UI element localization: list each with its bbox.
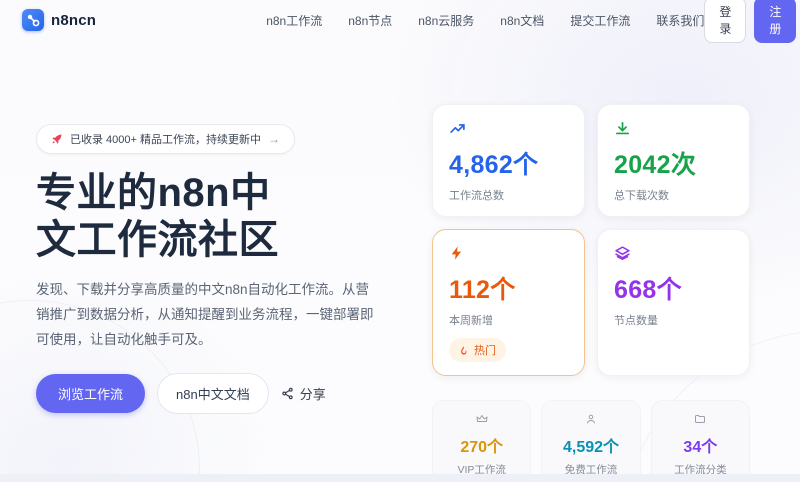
folder-icon (660, 412, 741, 426)
stats-section: 4,862个 工作流总数 2042次 总下载次数 112个 本周新增 (432, 104, 750, 482)
stat-card-total-downloads[interactable]: 2042次 总下载次数 (597, 104, 750, 217)
hero-actions: 浏览工作流 n8n中文文档 分享 (36, 373, 374, 414)
share-label: 分享 (300, 384, 326, 403)
nav-item-cloud[interactable]: n8n云服务 (418, 12, 474, 29)
flame-icon (459, 345, 469, 356)
hot-badge: 热门 (449, 338, 506, 362)
mini-stats-row: 270个 VIP工作流 4,592个 免费工作流 34个 工作流分类 (432, 400, 750, 482)
users-icon (550, 412, 631, 426)
login-button[interactable]: 登录 (704, 0, 746, 43)
brand-logo[interactable]: n8ncn (22, 9, 96, 31)
stat-value: 2042次 (614, 145, 733, 181)
stat-label: 总下载次数 (614, 187, 733, 203)
docs-button[interactable]: n8n中文文档 (157, 373, 269, 414)
page-title: 专业的n8n中文工作流社区 (36, 170, 374, 264)
nav-item-nodes[interactable]: n8n节点 (348, 12, 392, 29)
workflow-nodes-icon (22, 9, 44, 31)
download-icon (614, 119, 733, 137)
stat-value: 668个 (614, 270, 733, 306)
announcement-badge[interactable]: 已收录 4000+ 精品工作流，持续更新中 → (36, 124, 295, 154)
header: n8ncn n8n工作流 n8n节点 n8n云服务 n8n文档 提交工作流 联系… (0, 0, 800, 40)
zap-icon (449, 244, 568, 262)
stat-value: 112个 (449, 270, 568, 306)
share-button[interactable]: 分享 (281, 384, 326, 403)
nav-item-docs[interactable]: n8n文档 (500, 12, 544, 29)
stat-label: 节点数量 (614, 312, 733, 328)
layers-icon (614, 244, 733, 262)
stat-card-node-count[interactable]: 668个 节点数量 (597, 229, 750, 376)
nav-item-submit[interactable]: 提交工作流 (570, 12, 630, 29)
hot-badge-label: 热门 (474, 342, 496, 358)
header-actions: 登录 注册 (704, 0, 800, 43)
trending-up-icon (449, 119, 568, 137)
hero-description: 发现、下载并分享高质量的中文n8n自动化工作流。从营销推广到数据分析，从通知提醒… (36, 278, 374, 353)
stat-label: 工作流总数 (449, 187, 568, 203)
nav-item-contact[interactable]: 联系我们 (656, 12, 704, 29)
brand-name: n8ncn (51, 12, 96, 29)
crown-icon (441, 412, 522, 426)
nav-item-workflows[interactable]: n8n工作流 (266, 12, 322, 29)
main-nav: n8n工作流 n8n节点 n8n云服务 n8n文档 提交工作流 联系我们 (266, 12, 704, 29)
arrow-right-icon: → (268, 132, 280, 146)
mini-card-workflow-categories[interactable]: 34个 工作流分类 (651, 400, 750, 482)
mini-card-free-workflows[interactable]: 4,592个 免费工作流 (541, 400, 640, 482)
stat-label: 本周新增 (449, 312, 568, 328)
share-nodes-icon (281, 387, 294, 400)
stat-value: 4,862个 (449, 145, 568, 181)
register-button[interactable]: 注册 (754, 0, 796, 43)
mini-value: 270个 (441, 433, 522, 457)
rocket-icon (51, 133, 63, 145)
next-section-edge (0, 474, 800, 482)
mini-card-vip-workflows[interactable]: 270个 VIP工作流 (432, 400, 531, 482)
stats-grid: 4,862个 工作流总数 2042次 总下载次数 112个 本周新增 (432, 104, 750, 376)
hero-section: 已收录 4000+ 精品工作流，持续更新中 → 专业的n8n中文工作流社区 发现… (36, 124, 374, 414)
browse-workflows-button[interactable]: 浏览工作流 (36, 374, 145, 413)
stat-card-total-workflows[interactable]: 4,862个 工作流总数 (432, 104, 585, 217)
mini-value: 34个 (660, 433, 741, 457)
badge-text: 已收录 4000+ 精品工作流，持续更新中 (70, 131, 261, 147)
mini-value: 4,592个 (550, 433, 631, 457)
stat-card-new-this-week[interactable]: 112个 本周新增 热门 (432, 229, 585, 376)
